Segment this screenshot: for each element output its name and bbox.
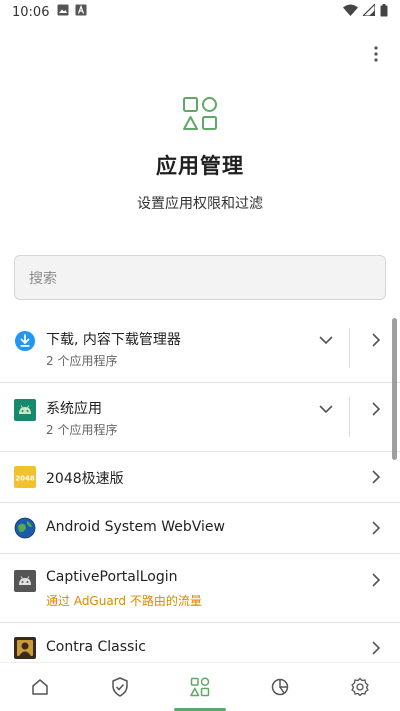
app-row[interactable]: 2048 2048极速版 (0, 452, 400, 503)
chevron-right-icon[interactable] (370, 640, 382, 656)
game-2048-icon: 2048 (14, 466, 36, 488)
android-icon (14, 570, 36, 592)
app-list: 下载, 内容下载管理器 2 个应用程序 系统应用 2 个应用程序 2048 20… (0, 314, 400, 662)
chevron-right-icon[interactable] (370, 332, 382, 348)
nav-statistics[interactable] (240, 663, 320, 711)
webview-globe-icon (14, 517, 36, 539)
row-divider (349, 328, 350, 368)
apps-shapes-icon (190, 677, 210, 697)
status-time: 10:06 (12, 4, 50, 20)
chevron-right-icon[interactable] (370, 520, 382, 536)
app-count: 2 个应用程序 (46, 354, 118, 368)
app-name: 下载, 内容下载管理器 (46, 332, 181, 348)
app-name: Contra Classic (46, 639, 146, 655)
page-subtitle: 设置应用权限和过滤 (137, 196, 263, 212)
expand-button[interactable] (314, 328, 338, 352)
android-icon (14, 399, 36, 421)
download-manager-icon (15, 331, 35, 351)
battery-icon (380, 3, 388, 21)
app-row[interactable]: Contra Classic (0, 623, 400, 662)
list-scrollbar[interactable] (392, 318, 397, 460)
more-vert-icon (374, 46, 378, 62)
app-name: 2048极速版 (46, 471, 124, 487)
nav-settings[interactable] (320, 663, 400, 711)
app-row[interactable]: CaptivePortalLogin 通过 AdGuard 不路由的流量 (0, 554, 400, 623)
home-icon (32, 679, 48, 695)
game-2048-icon-text: 2048 (15, 475, 35, 483)
row-divider (349, 397, 350, 437)
chevron-right-icon[interactable] (370, 401, 382, 417)
wifi-icon (343, 4, 358, 20)
shield-check-icon (112, 677, 128, 697)
app-group-row[interactable]: 系统应用 2 个应用程序 (0, 383, 400, 452)
image-icon (57, 4, 69, 20)
search-input[interactable]: 搜索 (14, 255, 386, 300)
gear-icon (351, 677, 369, 697)
chevron-down-icon (319, 335, 333, 344)
expand-button[interactable] (314, 397, 338, 421)
chevron-right-icon[interactable] (370, 469, 382, 485)
a-icon (75, 4, 87, 20)
app-name: CaptivePortalLogin (46, 569, 178, 585)
status-bar: 10:06 (0, 0, 400, 24)
signal-icon (361, 2, 376, 20)
pie-chart-icon (271, 678, 289, 696)
more-options-button[interactable] (366, 42, 386, 66)
search-placeholder: 搜索 (29, 270, 57, 287)
apps-shapes-icon (183, 97, 217, 130)
routing-warning: 通过 AdGuard 不路由的流量 (46, 594, 202, 608)
app-row[interactable]: Android System WebView (0, 503, 400, 554)
app-count: 2 个应用程序 (46, 423, 118, 437)
bottom-nav (0, 662, 400, 711)
app-name: Android System WebView (46, 519, 225, 535)
app-name: 系统应用 (46, 401, 102, 417)
contra-game-icon (14, 637, 36, 659)
page-title: 应用管理 (156, 154, 244, 178)
app-group-row[interactable]: 下载, 内容下载管理器 2 个应用程序 (0, 314, 400, 383)
chevron-down-icon (319, 404, 333, 413)
nav-apps[interactable] (160, 663, 240, 711)
chevron-right-icon[interactable] (370, 572, 382, 588)
nav-home[interactable] (0, 663, 80, 711)
nav-protection[interactable] (80, 663, 160, 711)
